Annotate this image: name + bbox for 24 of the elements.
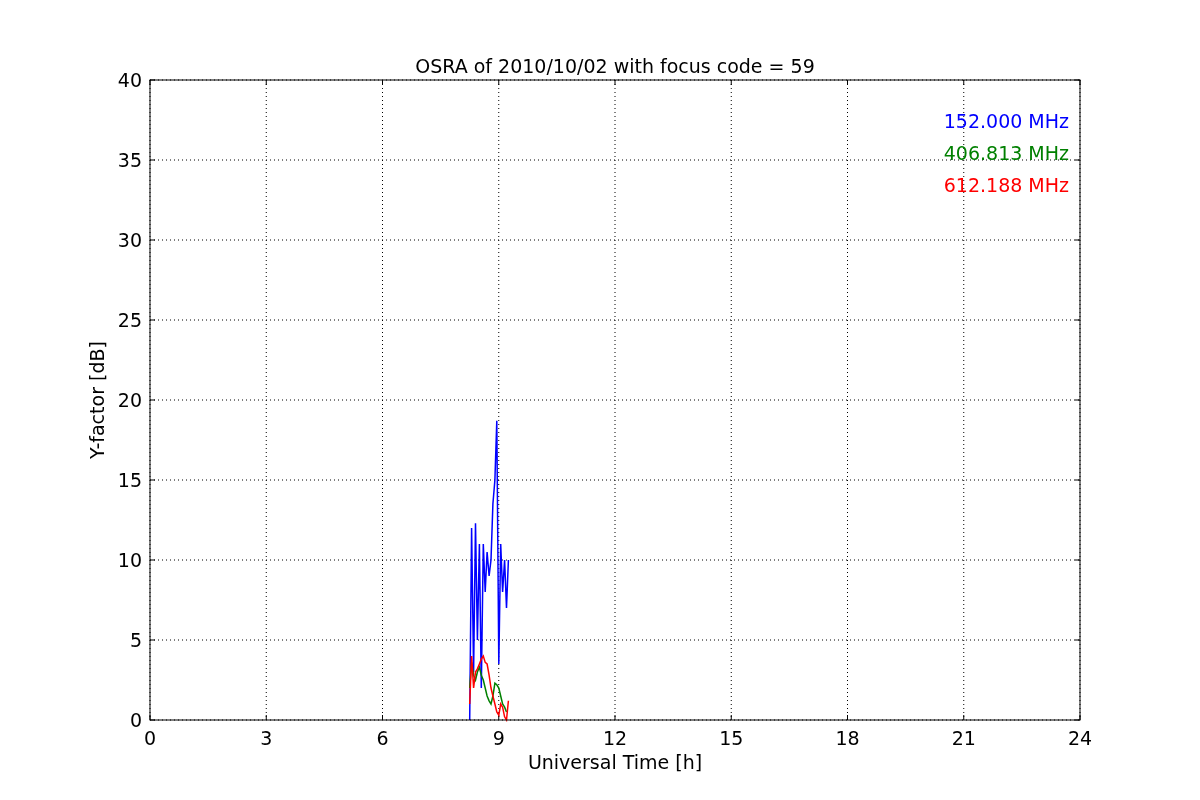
tick-label: 25 — [117, 309, 142, 331]
tick-label: 18 — [835, 727, 860, 749]
tick-label: 0 — [143, 727, 157, 749]
tick-label: 5 — [129, 629, 142, 651]
tick-label: 15 — [117, 469, 142, 491]
tick-label: 20 — [117, 389, 142, 411]
tick-label: 15 — [719, 727, 744, 749]
chart-title: OSRA of 2010/10/02 with focus code = 59 — [415, 55, 815, 77]
tick-label: 24 — [1067, 727, 1093, 749]
legend-label: 612.188 MHz — [943, 174, 1069, 196]
tick-label: 35 — [117, 149, 142, 171]
tick-label: 6 — [376, 727, 389, 749]
legend-label: 406.813 MHz — [943, 142, 1069, 164]
tick-label: 3 — [260, 727, 273, 749]
tick-label: 30 — [117, 229, 142, 251]
x-axis-label: Universal Time [h] — [527, 751, 703, 773]
tick-label: 21 — [951, 727, 976, 749]
tick-label: 40 — [117, 69, 142, 91]
legend-label: 152.000 MHz — [943, 110, 1069, 132]
tick-label: 0 — [129, 709, 142, 731]
tick-label: 10 — [117, 549, 142, 571]
tick-label: 12 — [602, 727, 628, 749]
y-axis-label: Y-factor [dB] — [86, 341, 108, 459]
tick-label: 9 — [492, 727, 505, 749]
